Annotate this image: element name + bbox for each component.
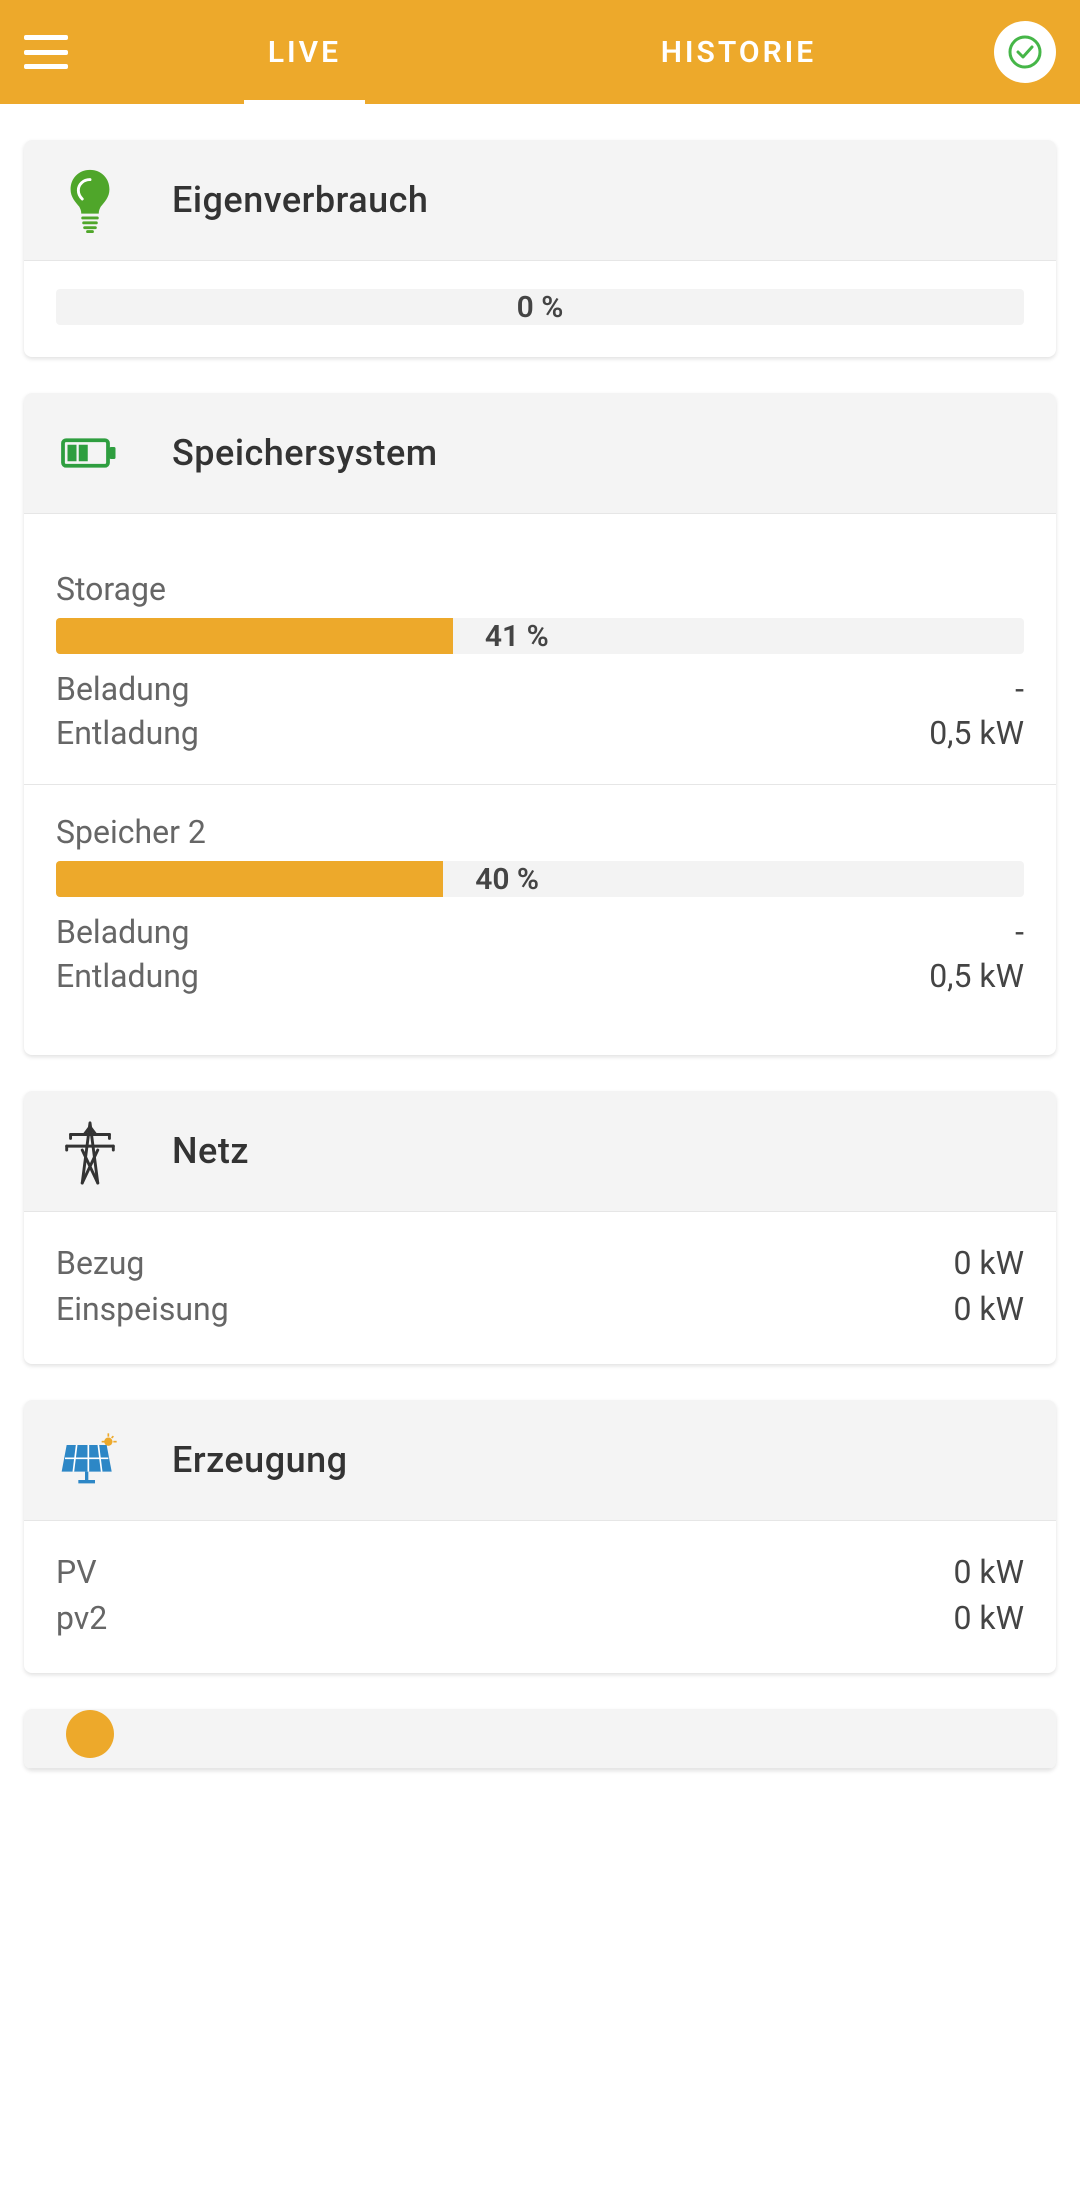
- progress-label: 41 %: [485, 619, 549, 654]
- storage-block-1: Speicher 2 40 % Beladung - Entladung 0,5…: [24, 784, 1056, 1023]
- card-grid: Netz Bezug 0 kW Einspeisung 0 kW: [24, 1091, 1056, 1364]
- card-header: Eigenverbrauch: [24, 140, 1056, 261]
- row-label: Bezug: [56, 1244, 144, 1282]
- row-label: Entladung: [56, 957, 199, 995]
- row-label: Entladung: [56, 714, 199, 752]
- card-header: Speichersystem: [24, 393, 1056, 514]
- row-label: PV: [56, 1553, 97, 1591]
- row-label: pv2: [56, 1599, 107, 1637]
- generation-row: pv2 0 kW: [56, 1595, 1024, 1641]
- storage-row: Entladung 0,5 kW: [56, 714, 1024, 752]
- row-value: 0,5 kW: [929, 957, 1024, 995]
- storage-name: Speicher 2: [56, 813, 1024, 851]
- row-value: 0 kW: [953, 1599, 1024, 1637]
- storage-row: Beladung -: [56, 670, 1024, 708]
- status-ok-button[interactable]: [994, 21, 1056, 83]
- generation-row: PV 0 kW: [56, 1549, 1024, 1595]
- tab-bar: LIVE HISTORIE: [108, 0, 976, 104]
- card-generation: Erzeugung PV 0 kW pv2 0 kW: [24, 1400, 1056, 1673]
- card-header: Erzeugung: [24, 1400, 1056, 1521]
- app-header: LIVE HISTORIE: [0, 0, 1080, 104]
- row-value: 0 kW: [953, 1290, 1024, 1328]
- row-value: 0 kW: [953, 1244, 1024, 1282]
- card-storage: Speichersystem Storage 41 % Beladung - E…: [24, 393, 1056, 1055]
- card-body: Bezug 0 kW Einspeisung 0 kW: [24, 1212, 1056, 1364]
- grid-row: Einspeisung 0 kW: [56, 1286, 1024, 1332]
- card-body: 0 %: [24, 261, 1056, 357]
- card-body: PV 0 kW pv2 0 kW: [24, 1521, 1056, 1673]
- storage-row: Beladung -: [56, 913, 1024, 951]
- row-value: -: [1015, 913, 1024, 951]
- card-title: Erzeugung: [172, 1439, 348, 1481]
- row-label: Beladung: [56, 913, 189, 951]
- tab-live[interactable]: LIVE: [244, 0, 365, 104]
- row-value: 0,5 kW: [929, 714, 1024, 752]
- unknown-icon: [56, 1709, 124, 1768]
- row-value: -: [1015, 670, 1024, 708]
- progress-fill: [56, 861, 443, 897]
- card-self-consumption: Eigenverbrauch 0 %: [24, 140, 1056, 357]
- check-circle-icon: [1007, 34, 1043, 70]
- tab-history[interactable]: HISTORIE: [637, 0, 841, 104]
- progress-fill: [56, 618, 453, 654]
- card-title: Eigenverbrauch: [172, 179, 428, 221]
- storage-progress: 41 %: [56, 618, 1024, 654]
- progress-label: 0 %: [56, 290, 1024, 325]
- storage-row: Entladung 0,5 kW: [56, 957, 1024, 995]
- solar-panel-icon: [56, 1426, 124, 1494]
- progress-label: 40 %: [475, 862, 539, 897]
- bulb-icon: [56, 166, 124, 234]
- grid-row: Bezug 0 kW: [56, 1240, 1024, 1286]
- row-value: 0 kW: [953, 1553, 1024, 1591]
- card-partial-next: [24, 1709, 1056, 1769]
- battery-icon: [56, 419, 124, 487]
- power-tower-icon: [56, 1117, 124, 1185]
- card-header: [24, 1709, 1056, 1769]
- self-consumption-progress: 0 %: [56, 289, 1024, 325]
- card-body: Storage 41 % Beladung - Entladung 0,5 kW: [24, 514, 1056, 1055]
- card-header: Netz: [24, 1091, 1056, 1212]
- storage-name: Storage: [56, 570, 1024, 608]
- content-scroll[interactable]: Eigenverbrauch 0 % Speichersystem: [0, 104, 1080, 1793]
- row-label: Beladung: [56, 670, 189, 708]
- row-label: Einspeisung: [56, 1290, 229, 1328]
- card-title: Netz: [172, 1130, 249, 1172]
- storage-progress: 40 %: [56, 861, 1024, 897]
- storage-block-0: Storage 41 % Beladung - Entladung 0,5 kW: [24, 542, 1056, 780]
- card-title: Speichersystem: [172, 432, 438, 474]
- menu-button[interactable]: [24, 35, 68, 69]
